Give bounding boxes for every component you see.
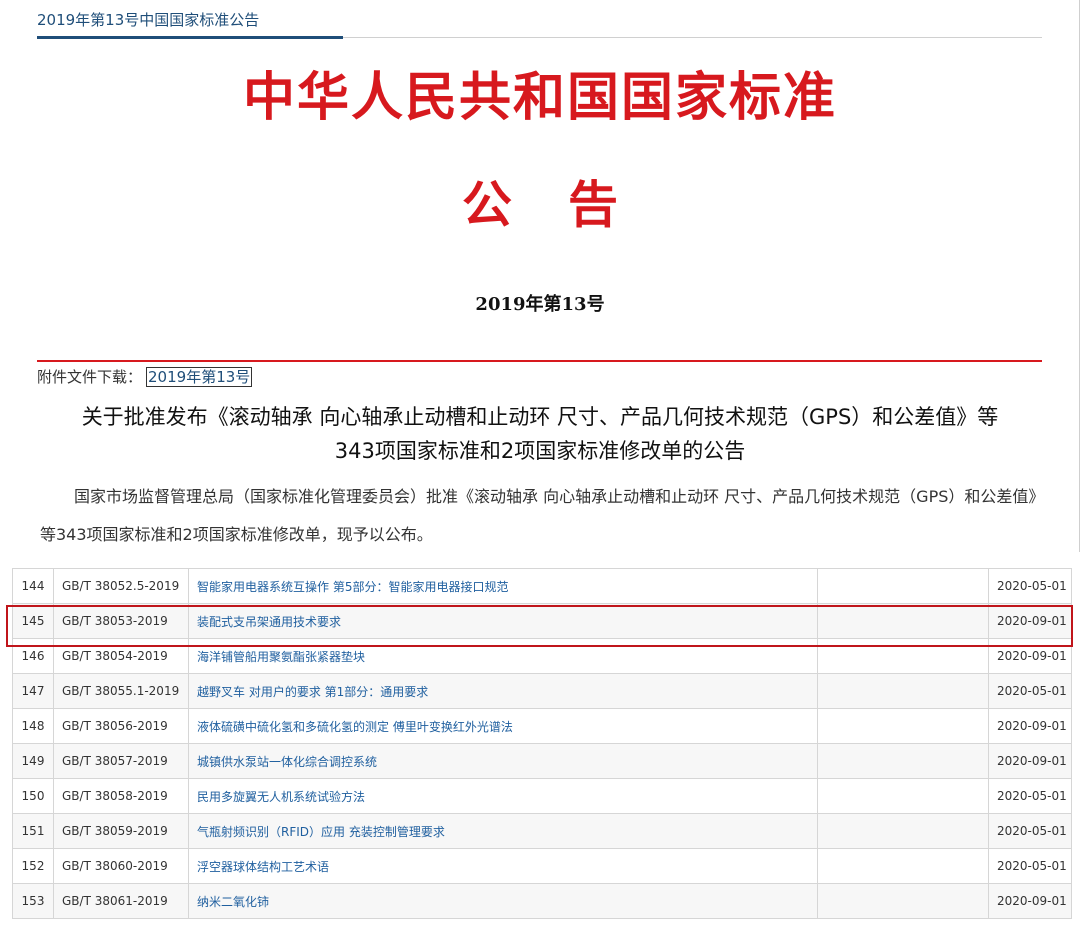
effective-date: 2020-05-01 bbox=[988, 778, 1072, 814]
row-number: 144 bbox=[12, 568, 54, 604]
standard-name-link[interactable]: 液体硫磺中硫化氢和多硫化氢的测定 傅里叶变换红外光谱法 bbox=[188, 708, 818, 744]
standard-code: GB/T 38055.1-2019 bbox=[53, 673, 189, 709]
notice-subtitle: 公告 bbox=[462, 175, 674, 234]
row-number: 151 bbox=[12, 813, 54, 849]
effective-date: 2020-05-01 bbox=[988, 848, 1072, 884]
standards-table: 144 GB/T 38052.5-2019 智能家用电器系统互操作 第5部分：智能家… bbox=[12, 568, 1072, 919]
attachment-link[interactable]: 2019年第13号 bbox=[146, 367, 253, 387]
notice-title: 中华人民共和国国家标准 bbox=[242, 67, 837, 128]
standards-table-container: 144 GB/T 38052.5-2019 智能家用电器系统互操作 第5部分：智能家… bbox=[12, 568, 1072, 919]
effective-date: 2020-09-01 bbox=[988, 708, 1072, 744]
effective-date: 2020-09-01 bbox=[988, 743, 1072, 779]
blank-cell bbox=[817, 708, 989, 744]
standard-name-link[interactable]: 纳米二氧化铈 bbox=[188, 883, 818, 919]
row-number: 147 bbox=[12, 673, 54, 709]
row-number: 145 bbox=[12, 603, 54, 639]
announcement-body: 国家市场监督管理总局（国家标准化管理委员会）批准《滚动轴承 向心轴承止动槽和止动… bbox=[40, 487, 1037, 544]
standard-code: GB/T 38052.5-2019 bbox=[53, 568, 189, 604]
notice-page: 2019年第13号中国国家标准公告 中华人民共和国国家标准 公告 2019年第1… bbox=[0, 0, 1080, 552]
table-row: 149 GB/T 38057-2019 城镇供水泵站一体化综合调控系统 2020-09… bbox=[12, 743, 1072, 779]
row-number: 150 bbox=[12, 778, 54, 814]
table-row: 147 GB/T 38055.1-2019 越野叉车 对用户的要求 第1部分：通用要… bbox=[12, 673, 1072, 709]
table-row: 148 GB/T 38056-2019 液体硫磺中硫化氢和多硫化氢的测定 傅里叶变换… bbox=[12, 708, 1072, 744]
row-number: 153 bbox=[12, 883, 54, 919]
notice-number: 2019年第13号 bbox=[475, 294, 605, 315]
row-number: 146 bbox=[12, 638, 54, 674]
standard-name-link[interactable]: 气瓶射频识别（RFID）应用 充装控制管理要求 bbox=[188, 813, 818, 849]
blank-cell bbox=[817, 778, 989, 814]
breadcrumb[interactable]: 2019年第13号中国国家标准公告 bbox=[37, 9, 259, 30]
standard-name-link[interactable]: 城镇供水泵站一体化综合调控系统 bbox=[188, 743, 818, 779]
attachment-download: 附件文件下载： 2019年第13号 bbox=[37, 366, 253, 387]
standard-code: GB/T 38053-2019 bbox=[53, 603, 189, 639]
standard-name-link[interactable]: 越野叉车 对用户的要求 第1部分：通用要求 bbox=[188, 673, 818, 709]
announcement-headline: 关于批准发布《滚动轴承 向心轴承止动槽和止动环 尺寸、产品几何技术规范（GPS）… bbox=[30, 400, 1050, 468]
blank-cell bbox=[817, 568, 989, 604]
row-number: 149 bbox=[12, 743, 54, 779]
effective-date: 2020-09-01 bbox=[988, 638, 1072, 674]
effective-date: 2020-09-01 bbox=[988, 883, 1072, 919]
table-row: 146 GB/T 38054-2019 海洋铺管船用聚氨酯张紧器垫块 2020-09-… bbox=[12, 638, 1072, 674]
headline-line-2: 343项国家标准和2项国家标准修改单的公告 bbox=[334, 439, 746, 463]
standard-code: GB/T 38060-2019 bbox=[53, 848, 189, 884]
table-row: 152 GB/T 38060-2019 浮空器球体结构工艺术语 2020-05-01 bbox=[12, 848, 1072, 884]
standard-code: GB/T 38054-2019 bbox=[53, 638, 189, 674]
standard-name-link[interactable]: 浮空器球体结构工艺术语 bbox=[188, 848, 818, 884]
breadcrumb-accent-bar bbox=[37, 36, 343, 39]
attachment-label: 附件文件下载： bbox=[37, 368, 143, 386]
effective-date: 2020-05-01 bbox=[988, 673, 1072, 709]
table-row: 144 GB/T 38052.5-2019 智能家用电器系统互操作 第5部分：智能家… bbox=[12, 568, 1072, 604]
blank-cell bbox=[817, 638, 989, 674]
table-row: 151 GB/T 38059-2019 气瓶射频识别（RFID）应用 充装控制管理要… bbox=[12, 813, 1072, 849]
standard-name-link[interactable]: 装配式支吊架通用技术要求 bbox=[188, 603, 818, 639]
standard-code: GB/T 38058-2019 bbox=[53, 778, 189, 814]
table-row: 153 GB/T 38061-2019 纳米二氧化铈 2020-09-01 bbox=[12, 883, 1072, 919]
row-number: 152 bbox=[12, 848, 54, 884]
red-divider bbox=[37, 360, 1042, 362]
standard-code: GB/T 38061-2019 bbox=[53, 883, 189, 919]
standard-name-link[interactable]: 智能家用电器系统互操作 第5部分：智能家用电器接口规范 bbox=[188, 568, 818, 604]
table-row: 150 GB/T 38058-2019 民用多旋翼无人机系统试验方法 2020-05-… bbox=[12, 778, 1072, 814]
standard-code: GB/T 38057-2019 bbox=[53, 743, 189, 779]
blank-cell bbox=[817, 883, 989, 919]
table-row: 145 GB/T 38053-2019 装配式支吊架通用技术要求 2020-09-01 bbox=[12, 603, 1072, 639]
blank-cell bbox=[817, 848, 989, 884]
standard-name-link[interactable]: 民用多旋翼无人机系统试验方法 bbox=[188, 778, 818, 814]
blank-cell bbox=[817, 603, 989, 639]
effective-date: 2020-09-01 bbox=[988, 603, 1072, 639]
blank-cell bbox=[817, 743, 989, 779]
blank-cell bbox=[817, 673, 989, 709]
effective-date: 2020-05-01 bbox=[988, 568, 1072, 604]
standard-code: GB/T 38059-2019 bbox=[53, 813, 189, 849]
row-number: 148 bbox=[12, 708, 54, 744]
standard-code: GB/T 38056-2019 bbox=[53, 708, 189, 744]
standard-name-link[interactable]: 海洋铺管船用聚氨酯张紧器垫块 bbox=[188, 638, 818, 674]
effective-date: 2020-05-01 bbox=[988, 813, 1072, 849]
headline-line-1: 关于批准发布《滚动轴承 向心轴承止动槽和止动环 尺寸、产品几何技术规范（GPS）… bbox=[81, 405, 999, 429]
blank-cell bbox=[817, 813, 989, 849]
